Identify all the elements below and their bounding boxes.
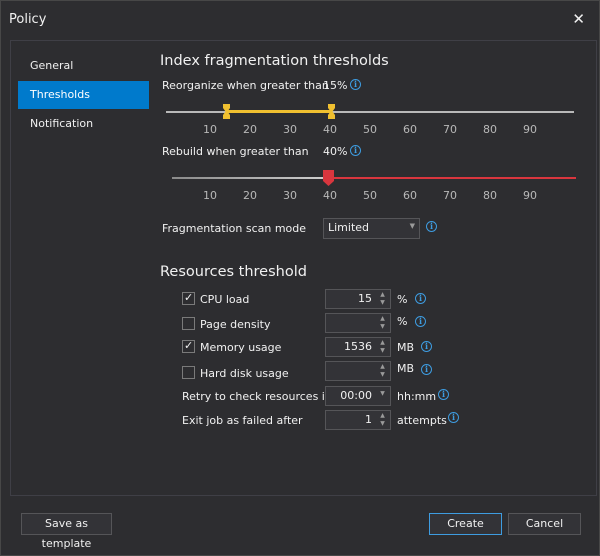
tick-label: 40 [323,123,337,136]
info-icon[interactable]: i [438,389,449,400]
sidebar-item-notification[interactable]: Notification [18,110,149,138]
chevron-up-icon[interactable]: ▲ [377,339,388,347]
chevron-down-icon[interactable]: ▼ [377,390,388,398]
exit-label: Exit job as failed after [182,414,303,427]
cpu-load-unit: % [397,293,408,306]
info-icon[interactable]: i [350,145,361,156]
scan-mode-label: Fragmentation scan mode [162,222,307,235]
cpu-load-checkbox[interactable]: ✓ [182,291,195,305]
info-icon[interactable]: i [415,316,426,327]
scan-mode-select[interactable]: Limited ▼ [323,218,420,239]
check-icon: ✓ [184,291,194,304]
hard-disk-label: Hard disk usage [200,367,289,380]
sidebar-item-general[interactable]: General [18,52,149,80]
rebuild-handle[interactable] [323,170,334,186]
tick-label: 60 [403,123,417,136]
page-density-stepper[interactable]: ▲ ▼ [325,313,391,333]
info-icon[interactable]: i [415,293,426,304]
tick-label: 70 [443,189,457,202]
save-as-template-button[interactable]: Save as template [21,513,112,550]
rebuild-track [172,177,329,179]
cpu-load-stepper[interactable]: 15 ▲ ▼ [325,289,391,309]
info-icon[interactable]: i [426,221,437,232]
cpu-load-value: 15 [358,292,372,305]
retry-unit: hh:mm [397,390,437,403]
tick-label: 20 [243,189,257,202]
chevron-down-icon[interactable]: ▼ [377,299,388,307]
tick-label: 20 [243,123,257,136]
check-icon: ✓ [184,339,194,352]
reorganize-upper-handle[interactable] [328,104,335,119]
hard-disk-unit: MB [397,362,415,375]
info-icon[interactable]: i [421,341,432,352]
rebuild-value: 40% [323,145,348,158]
chevron-down-icon[interactable]: ▼ [377,420,388,428]
chevron-down-icon[interactable]: ▼ [377,347,388,355]
sidebar-item-thresholds[interactable]: Thresholds [18,81,149,109]
tick-label: 60 [403,189,417,202]
page-density-checkbox[interactable] [182,317,195,330]
tick-label: 50 [363,189,377,202]
reorganize-range [227,110,332,113]
chevron-up-icon[interactable]: ▲ [377,291,388,299]
exit-attempts-value: 1 [365,413,372,426]
tick-label: 10 [203,123,217,136]
rebuild-range [329,177,576,179]
chevron-up-icon[interactable]: ▲ [377,315,388,323]
page-density-unit: % [397,315,408,328]
reorganize-lower-handle[interactable] [223,104,230,119]
exit-unit: attempts [397,414,447,427]
tick-label: 80 [483,189,497,202]
tick-label: 90 [523,123,537,136]
tick-label: 70 [443,123,457,136]
chevron-down-icon[interactable]: ▼ [377,323,388,331]
info-icon[interactable]: i [421,364,432,375]
tick-label: 10 [203,189,217,202]
memory-usage-label: Memory usage [200,341,282,354]
page-density-label: Page density [200,318,271,331]
resources-heading: Resources threshold [160,264,307,280]
info-icon[interactable]: i [350,79,361,90]
info-icon[interactable]: i [448,412,459,423]
hard-disk-checkbox[interactable] [182,366,195,379]
retry-time-input[interactable]: 00:00 ▼ [325,386,391,406]
hard-disk-stepper[interactable]: ▲ ▼ [325,361,391,381]
retry-label: Retry to check resources in [182,390,332,403]
chevron-down-icon[interactable]: ▼ [377,371,388,379]
cpu-load-label: CPU load [200,293,250,306]
create-button[interactable]: Create [429,513,502,535]
scan-mode-value: Limited [328,221,370,234]
memory-usage-stepper[interactable]: 1536 ▲ ▼ [325,337,391,357]
cancel-button[interactable]: Cancel [508,513,581,535]
close-icon[interactable]: ✕ [572,10,585,28]
memory-usage-value: 1536 [344,340,372,353]
reorganize-label: Reorganize when greater than [162,79,329,92]
retry-time-value: 00:00 [340,389,372,402]
tick-label: 30 [283,123,297,136]
memory-usage-unit: MB [397,341,415,354]
tick-label: 80 [483,123,497,136]
tick-label: 90 [523,189,537,202]
tick-label: 40 [323,189,337,202]
window-title: Policy [9,12,47,27]
title-bar: Policy ✕ [1,1,599,39]
tick-label: 50 [363,123,377,136]
fragmentation-heading: Index fragmentation thresholds [160,53,389,69]
chevron-down-icon: ▼ [409,222,415,230]
chevron-up-icon[interactable]: ▲ [377,363,388,371]
policy-dialog: Policy ✕ General Thresholds Notification… [0,0,600,556]
reorganize-value: 15% [323,79,348,92]
tick-label: 30 [283,189,297,202]
chevron-up-icon[interactable]: ▲ [377,412,388,420]
rebuild-label: Rebuild when greater than [162,145,309,158]
exit-attempts-stepper[interactable]: 1 ▲ ▼ [325,410,391,430]
memory-usage-checkbox[interactable]: ✓ [182,339,195,353]
